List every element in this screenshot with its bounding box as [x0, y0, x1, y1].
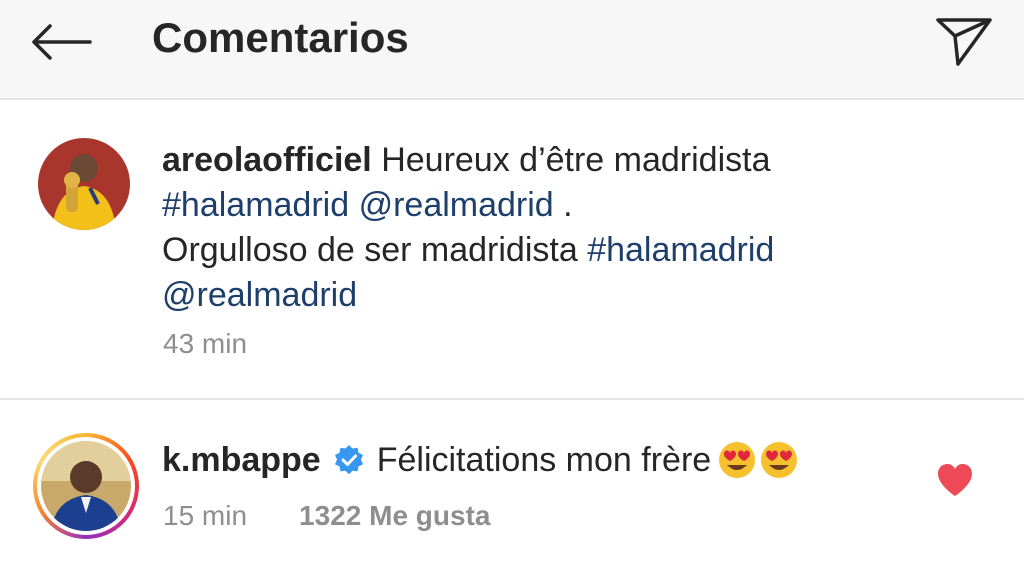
comment-item: k.mbappe Félicitations mon frère 15 min … [0, 400, 1024, 576]
like-button[interactable] [936, 462, 974, 498]
paper-plane-icon [936, 18, 992, 66]
profile-photo-mbappe [41, 441, 131, 531]
share-button[interactable] [928, 8, 1000, 74]
post-username[interactable]: areolaofficiel [162, 141, 372, 179]
avatar [41, 441, 131, 531]
back-button[interactable] [26, 14, 96, 70]
comment-timestamp: 15 min [163, 500, 248, 531]
avatar[interactable] [38, 138, 130, 230]
caption-part: . [553, 186, 573, 224]
caption-part: Orgulloso de ser madridista [162, 231, 588, 269]
comment-meta: 15 min 1322 Me gusta [163, 500, 490, 532]
mention-link[interactable]: @realmadrid [359, 186, 554, 224]
heart-filled-icon [938, 464, 972, 496]
hashtag-link[interactable]: #halamadrid [587, 231, 774, 269]
heart-eyes-emoji-icon [717, 439, 801, 481]
likes-count-link[interactable]: 1322 Me gusta [299, 500, 490, 532]
hashtag-link[interactable]: #halamadrid [162, 186, 349, 224]
comment-text: Félicitations mon frère [376, 441, 712, 479]
top-bar: Comentarios [0, 0, 1024, 100]
comment-username[interactable]: k.mbappe [162, 438, 321, 482]
profile-photo-areola [38, 138, 130, 230]
mention-link[interactable]: @realmadrid [162, 276, 357, 314]
comment-text-line: k.mbappe Félicitations mon frère [162, 438, 801, 482]
caption-part: Heureux d’être madridista [371, 141, 771, 179]
post-timestamp: 43 min [163, 328, 248, 359]
arrow-left-icon [32, 24, 92, 60]
verified-badge-icon [333, 444, 365, 476]
caption-text: areolaofficiel Heureux d’être madridista… [162, 138, 982, 318]
story-ring[interactable] [33, 433, 139, 539]
post-caption: areolaofficiel Heureux d’être madridista… [0, 100, 1024, 397]
page-title: Comentarios [152, 14, 409, 61]
